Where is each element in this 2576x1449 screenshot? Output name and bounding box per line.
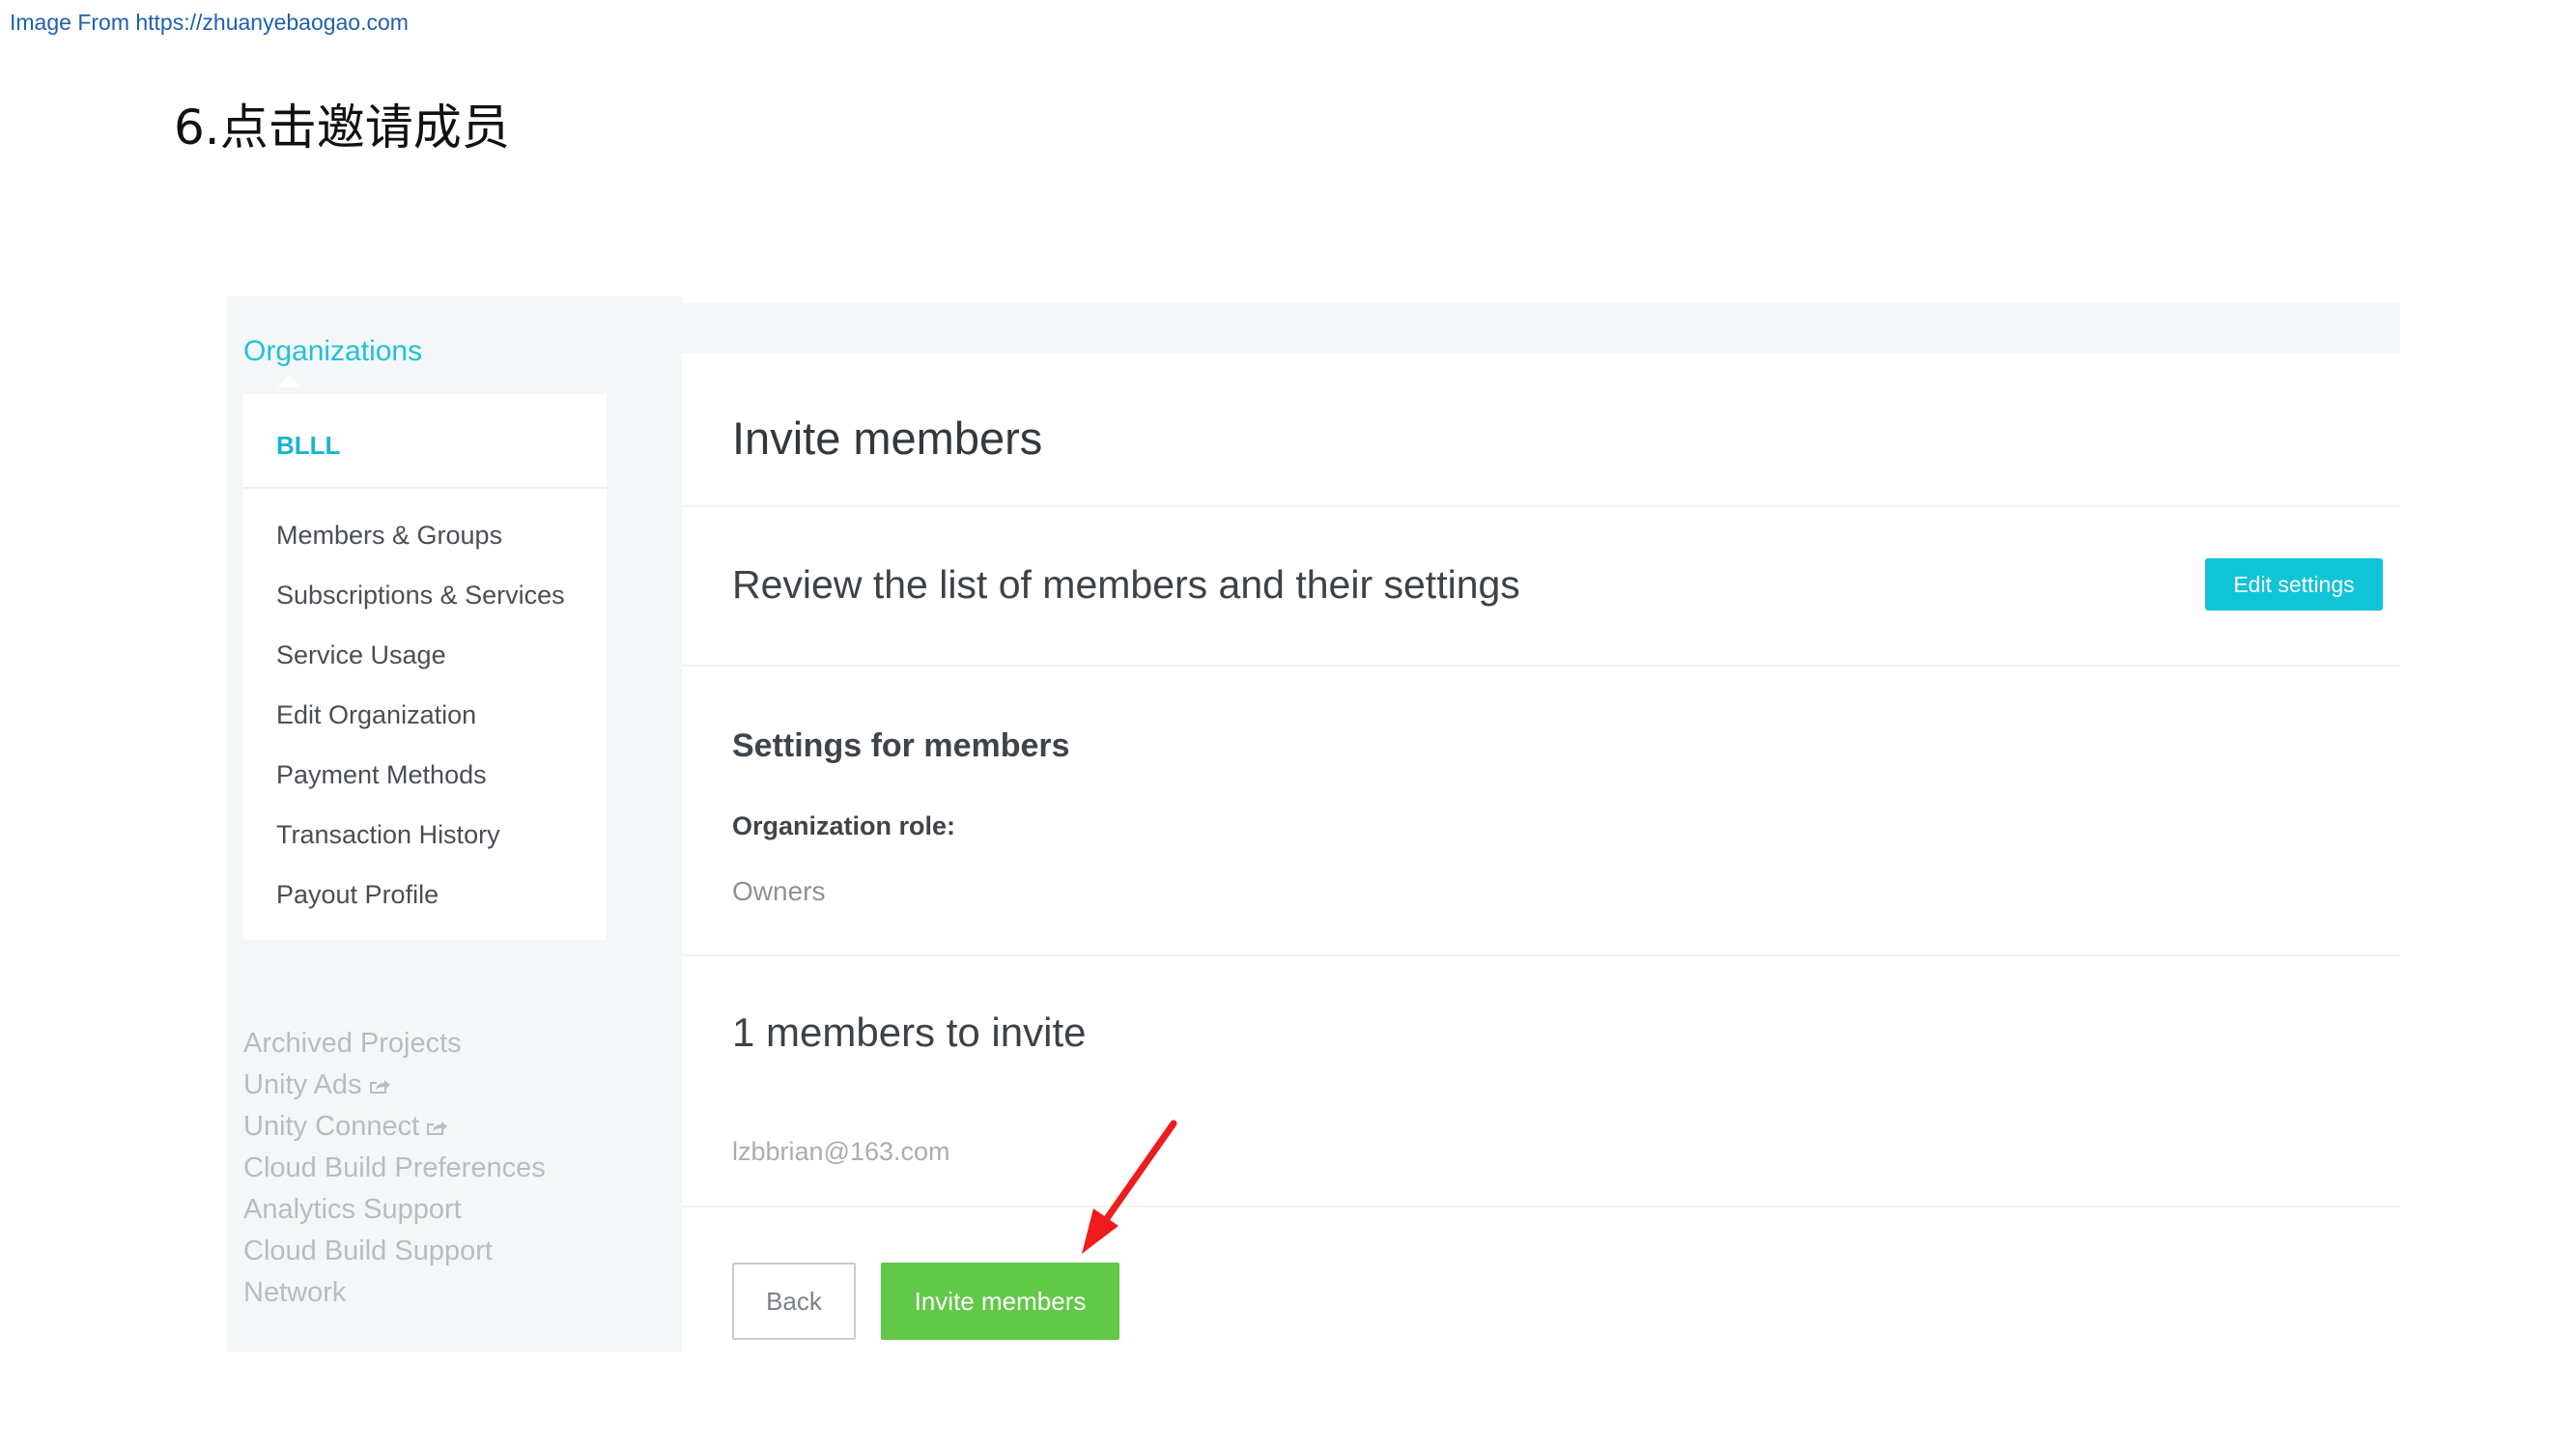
invite-panel: Invite members Review the list of member… [682,354,2400,1352]
link-label: Analytics Support [243,1194,462,1225]
organization-name[interactable]: BLLL [276,431,340,461]
link-label: Network [243,1277,347,1308]
settings-heading: Settings for members [732,727,1070,764]
step-title: 6.点击邀请成员 [174,99,510,156]
divider [682,1206,2400,1208]
source-link[interactable]: Image From https://zhuanyebaogao.com [10,10,409,36]
link-label: Unity Connect [243,1111,420,1142]
red-arrow-annotation [1082,1120,1177,1254]
link-label: Cloud Build Preferences [243,1152,546,1183]
divider [243,487,607,489]
link-cloud-build-support[interactable]: Cloud Build Support [243,1231,546,1272]
divider [682,665,2400,667]
secondary-links: Archived Projects Unity Ads Unity Connec… [243,1023,546,1314]
organization-role-label: Organization role: [732,811,956,840]
sidebar: Organizations BLLL Members & Groups Subs… [227,297,682,1352]
organizations-heading[interactable]: Organizations [243,335,422,368]
review-heading: Review the list of members and their set… [732,562,1520,607]
organization-role-value: Owners [732,876,826,906]
external-link-icon [427,1122,448,1136]
sidebar-item-payout-profile[interactable]: Payout Profile [276,873,565,933]
external-link-icon [369,1080,390,1094]
sidebar-item-service-usage[interactable]: Service Usage [276,634,565,694]
invite-members-button[interactable]: Invite members [881,1263,1119,1340]
sidebar-item-edit-organization[interactable]: Edit Organization [276,694,565,753]
caret-up-icon [277,376,300,387]
link-label: Cloud Build Support [243,1236,493,1266]
link-analytics-support[interactable]: Analytics Support [243,1189,546,1231]
sidebar-item-transaction-history[interactable]: Transaction History [276,813,565,873]
link-archived-projects[interactable]: Archived Projects [243,1023,546,1065]
members-count-heading: 1 members to invite [732,1009,1087,1055]
sidebar-item-payment-methods[interactable]: Payment Methods [276,753,565,813]
organization-card: BLLL Members & Groups Subscriptions & Se… [243,394,607,940]
sidebar-item-members-groups[interactable]: Members & Groups [276,514,565,574]
edit-settings-button[interactable]: Edit settings [2205,558,2383,611]
divider [682,505,2400,507]
link-network[interactable]: Network [243,1272,546,1314]
sidebar-item-subscriptions-services[interactable]: Subscriptions & Services [276,574,565,634]
invitee-email: lzbbrian@163.com [732,1137,950,1166]
link-label: Unity Ads [243,1069,362,1100]
link-cloud-build-preferences[interactable]: Cloud Build Preferences [243,1148,546,1189]
link-label: Archived Projects [243,1028,462,1059]
divider [682,954,2400,956]
page-title: Invite members [732,412,1043,464]
back-button[interactable]: Back [732,1263,856,1340]
organization-menu: Members & Groups Subscriptions & Service… [276,514,565,933]
link-unity-connect[interactable]: Unity Connect [243,1106,546,1148]
main-content: Invite members Review the list of member… [682,297,2400,1352]
link-unity-ads[interactable]: Unity Ads [243,1065,546,1106]
app-window: Organizations BLLL Members & Groups Subs… [227,297,2400,1352]
top-bar [682,303,2400,354]
